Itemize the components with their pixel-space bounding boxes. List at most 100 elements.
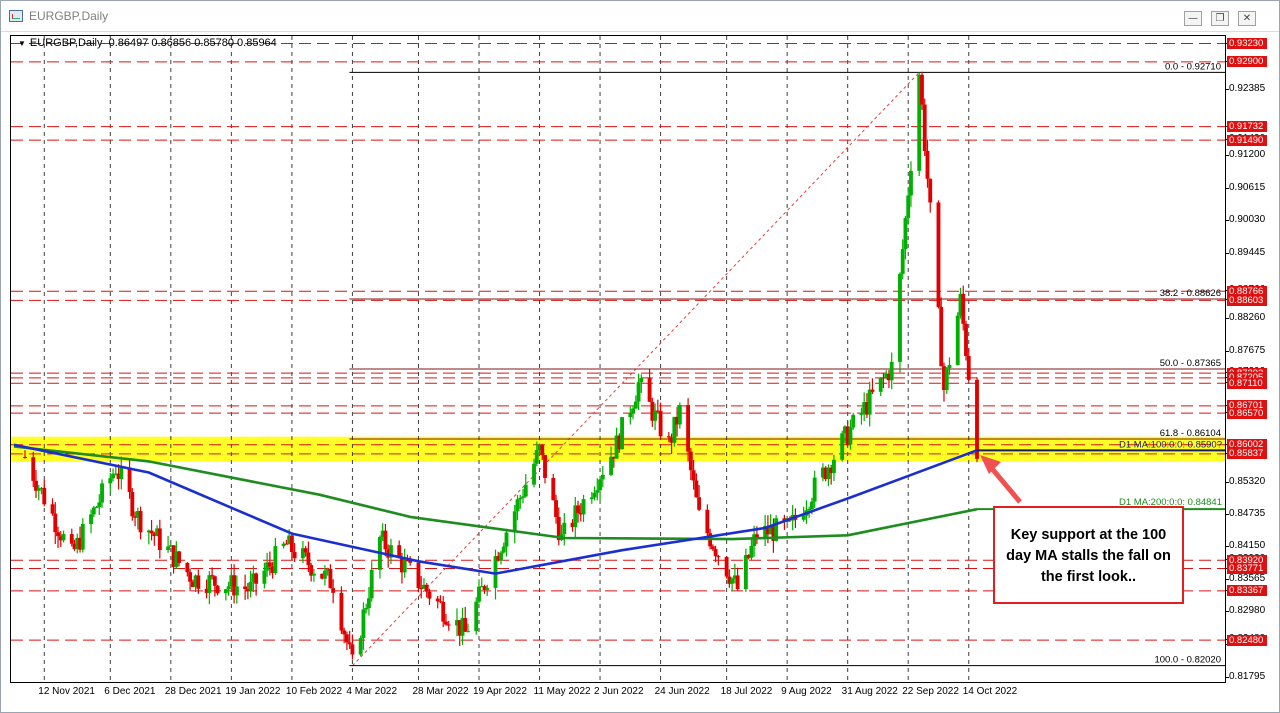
- symbol-ohlc-text: EURGBP,Daily 0.86497 0.86856 0.85780 0.8…: [29, 37, 277, 49]
- price-tick-label: 0.82980: [1229, 605, 1266, 617]
- candle-body: [653, 410, 658, 421]
- candle-body: [724, 557, 729, 577]
- candle-body: [677, 404, 682, 425]
- price-tick-mark: [1226, 89, 1229, 91]
- price-tick-label: 0.85320: [1229, 475, 1266, 487]
- candle-body: [108, 478, 113, 484]
- close-button[interactable]: ✕: [1238, 11, 1256, 26]
- price-tick-label: 0.91200: [1229, 149, 1266, 161]
- candle-body: [631, 408, 635, 414]
- candle-body: [691, 470, 696, 481]
- candle-body: [130, 492, 135, 517]
- candle-body: [196, 575, 201, 589]
- price-tick-mark: [1226, 611, 1229, 613]
- candle-body: [292, 552, 297, 559]
- price-tick-label: 0.87675: [1229, 344, 1266, 356]
- candle-body: [964, 323, 968, 356]
- candle-body: [705, 509, 710, 534]
- fibonacci-level-label: 0.0 - 0.92710: [1165, 61, 1221, 72]
- price-tick-label: 0.83565: [1229, 572, 1266, 584]
- candle-body: [322, 570, 327, 579]
- candle-body: [710, 546, 715, 550]
- candle-body: [466, 631, 470, 633]
- candle-body: [262, 570, 267, 584]
- date-tick-label: 31 Aug 2022: [841, 686, 898, 697]
- candle-body: [289, 535, 294, 553]
- window-titlebar[interactable]: EURGBP,Daily — ❐ ✕: [1, 1, 1279, 32]
- restore-button[interactable]: ❐: [1211, 11, 1229, 26]
- candle-body: [595, 490, 600, 493]
- price-tick-mark: [1226, 350, 1229, 352]
- price-tick-mark: [1226, 318, 1229, 320]
- candle-body: [463, 618, 468, 632]
- callout-line-2: day MA stalls the fall on: [1006, 548, 1171, 564]
- candle-body: [628, 413, 633, 418]
- candle-body: [592, 492, 597, 498]
- price-tick-mark: [1226, 252, 1229, 254]
- date-tick-label: 18 Jul 2022: [720, 686, 773, 697]
- date-tick-label: 19 Apr 2022: [472, 686, 527, 697]
- candle-body: [598, 479, 602, 491]
- candle-body: [97, 502, 102, 508]
- candle-body: [31, 457, 36, 481]
- candle-body: [936, 202, 941, 308]
- candle-body: [339, 592, 344, 631]
- collapse-triangle-icon[interactable]: ▼: [18, 39, 26, 48]
- candle-body: [620, 417, 624, 450]
- date-tick-label: 24 Jun 2022: [654, 686, 710, 697]
- price-level-tag: 0.92900: [1227, 56, 1267, 68]
- price-level-tag: 0.83367: [1227, 585, 1267, 597]
- candle-body: [840, 433, 845, 460]
- candle-body: [444, 621, 448, 625]
- price-tick-mark: [1226, 677, 1229, 679]
- candle-body: [344, 634, 349, 643]
- minimize-button[interactable]: —: [1184, 11, 1202, 26]
- price-tick-mark: [1226, 578, 1229, 580]
- candle-body: [91, 507, 96, 515]
- candle-body: [867, 389, 872, 415]
- date-tick-label: 4 Mar 2022: [346, 686, 398, 697]
- candle-body: [504, 532, 509, 547]
- candle-body: [716, 556, 721, 558]
- price-tick-mark: [1226, 155, 1229, 157]
- date-tick-label: 10 Feb 2022: [285, 686, 343, 697]
- candle-body: [521, 496, 525, 498]
- candle-body: [364, 608, 369, 610]
- candle-body: [446, 624, 451, 626]
- candle-body: [906, 195, 911, 219]
- price-tick-label: 0.84150: [1229, 540, 1266, 552]
- candle-body: [688, 451, 693, 471]
- callout-line-1: Key support at the 100: [1010, 527, 1167, 543]
- price-tick-mark: [1226, 187, 1229, 189]
- candle-body: [922, 104, 927, 152]
- date-tick-label: 28 Mar 2022: [412, 686, 469, 697]
- candle-body: [361, 609, 366, 639]
- candle-body: [342, 630, 347, 635]
- candle-body: [609, 456, 613, 475]
- price-level-tag: 0.86570: [1227, 407, 1267, 419]
- candle-body: [878, 377, 883, 392]
- candle-body: [581, 499, 586, 515]
- candle-body: [61, 534, 66, 541]
- candle-body: [749, 546, 754, 558]
- price-level-tag: 0.88603: [1227, 294, 1267, 306]
- candle-body: [499, 552, 503, 561]
- candle-body: [416, 562, 421, 589]
- price-tick-mark: [1226, 220, 1229, 222]
- candle-body: [554, 500, 558, 518]
- candle-body: [267, 562, 272, 567]
- candle-body: [920, 74, 924, 105]
- candle-body: [889, 361, 894, 381]
- candle-body: [424, 584, 429, 592]
- price-level-tag: 0.91732: [1227, 121, 1267, 133]
- candle-body: [851, 414, 856, 428]
- candle-body: [743, 555, 748, 590]
- date-tick-label: 11 May 2022: [533, 686, 591, 697]
- price-level-tag: 0.83771: [1227, 563, 1267, 574]
- candle-body: [347, 642, 352, 645]
- candle-body: [636, 382, 641, 402]
- candle-body: [928, 178, 933, 203]
- candle-body: [89, 514, 93, 525]
- date-axis[interactable]: 12 Nov 2021 6 Dec 2021 28 Dec 2021 19 Jan 2…: [10, 683, 1226, 703]
- candle-body: [589, 497, 594, 500]
